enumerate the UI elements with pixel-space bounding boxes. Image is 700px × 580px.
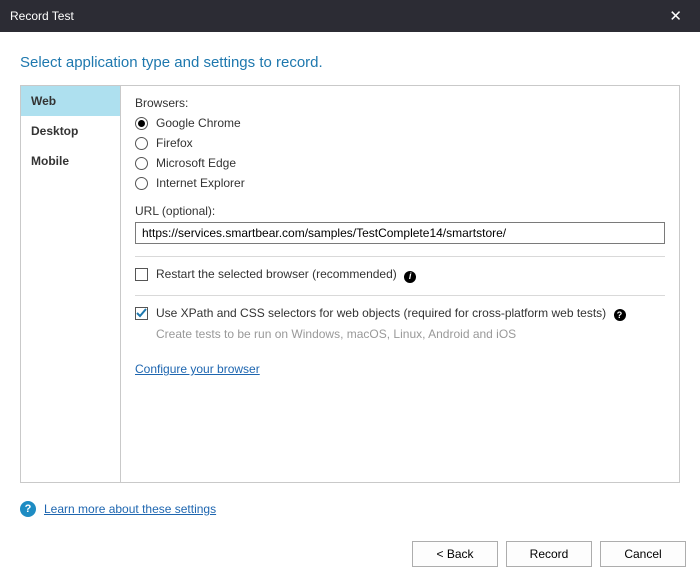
help-row: Learn more about these settings xyxy=(20,501,680,517)
tab-desktop-label: Desktop xyxy=(31,124,78,138)
browsers-radiogroup: Google Chrome Firefox Microsoft Edge Int… xyxy=(135,116,665,190)
learn-more-link[interactable]: Learn more about these settings xyxy=(44,502,216,516)
tab-content-web: Browsers: Google Chrome Firefox Microsof… xyxy=(121,86,679,482)
radio-icon xyxy=(135,177,148,190)
browsers-label: Browsers: xyxy=(135,96,665,110)
checkbox-xpath-css[interactable]: Use XPath and CSS selectors for web obje… xyxy=(135,306,665,322)
url-input[interactable] xyxy=(135,222,665,244)
window-title: Record Test xyxy=(10,9,74,23)
button-bar: < Back Record Cancel xyxy=(0,532,700,580)
tab-mobile[interactable]: Mobile xyxy=(21,146,120,176)
radio-microsoft-edge[interactable]: Microsoft Edge xyxy=(135,156,665,170)
url-label: URL (optional): xyxy=(135,204,665,218)
configure-browser-link[interactable]: Configure your browser xyxy=(135,362,260,376)
radio-icon xyxy=(135,117,148,130)
dialog-body: Select application type and settings to … xyxy=(0,32,700,532)
xpath-hint: Create tests to be run on Windows, macOS… xyxy=(156,327,665,342)
radio-label: Internet Explorer xyxy=(156,176,245,190)
checkbox-label: Use XPath and CSS selectors for web obje… xyxy=(156,306,626,322)
radio-icon xyxy=(135,137,148,150)
page-heading: Select application type and settings to … xyxy=(20,54,680,71)
record-button[interactable]: Record xyxy=(506,541,592,567)
checkbox-icon xyxy=(135,268,148,281)
radio-internet-explorer[interactable]: Internet Explorer xyxy=(135,176,665,190)
divider xyxy=(135,256,665,257)
url-section: URL (optional): xyxy=(135,204,665,244)
restart-text: Restart the selected browser (recommende… xyxy=(156,267,397,281)
tab-web[interactable]: Web xyxy=(21,86,120,116)
divider xyxy=(135,295,665,296)
radio-google-chrome[interactable]: Google Chrome xyxy=(135,116,665,130)
checkbox-icon xyxy=(135,307,148,320)
cancel-button[interactable]: Cancel xyxy=(600,541,686,567)
radio-label: Firefox xyxy=(156,136,193,150)
radio-label: Microsoft Edge xyxy=(156,156,236,170)
tab-desktop[interactable]: Desktop xyxy=(21,116,120,146)
help-circle-icon[interactable] xyxy=(20,501,36,517)
radio-icon xyxy=(135,157,148,170)
radio-firefox[interactable]: Firefox xyxy=(135,136,665,150)
info-icon[interactable] xyxy=(404,271,416,283)
checkbox-label: Restart the selected browser (recommende… xyxy=(156,267,416,283)
checkbox-restart-browser[interactable]: Restart the selected browser (recommende… xyxy=(135,267,665,283)
close-icon[interactable]: ✕ xyxy=(661,3,690,29)
back-button[interactable]: < Back xyxy=(412,541,498,567)
tab-strip: Web Desktop Mobile xyxy=(21,86,121,482)
radio-label: Google Chrome xyxy=(156,116,241,130)
tab-mobile-label: Mobile xyxy=(31,154,69,168)
settings-panel: Web Desktop Mobile Browsers: Google Chro… xyxy=(20,85,680,483)
help-icon[interactable] xyxy=(614,309,626,321)
tab-web-label: Web xyxy=(31,94,56,108)
title-bar: Record Test ✕ xyxy=(0,0,700,32)
xpath-text: Use XPath and CSS selectors for web obje… xyxy=(156,306,606,320)
